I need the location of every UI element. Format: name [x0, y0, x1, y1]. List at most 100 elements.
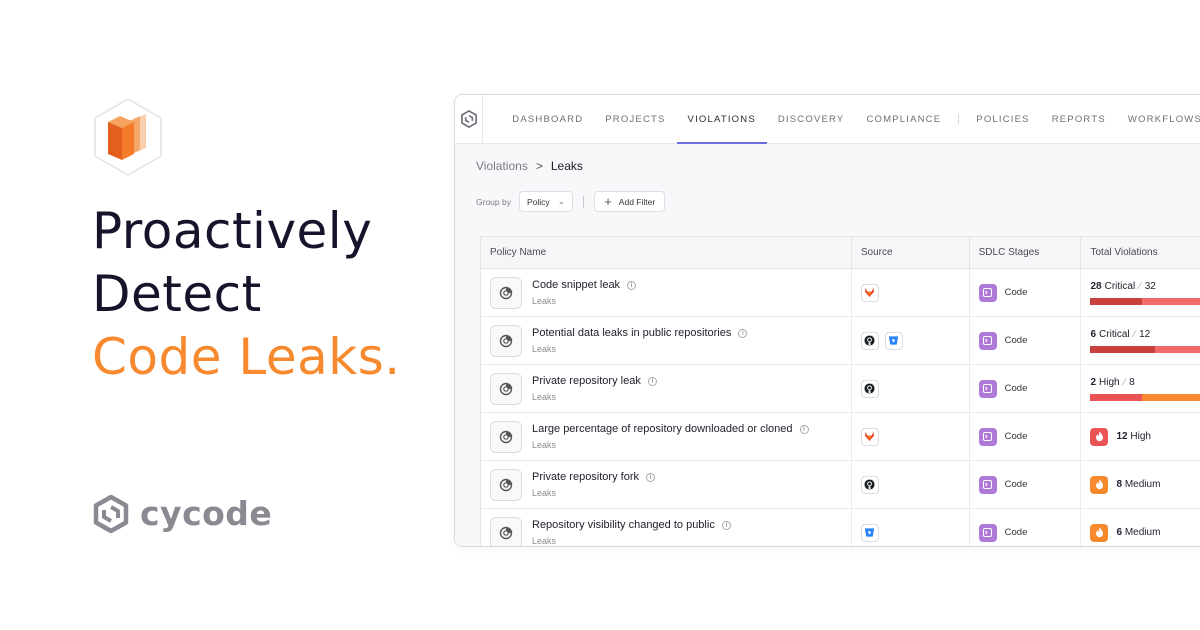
info-icon[interactable]: i: [799, 424, 809, 434]
nav-violations[interactable]: VIOLATIONS: [676, 95, 768, 144]
sdlc-stage-cell: Code: [970, 365, 1082, 412]
policy-icon: [490, 420, 522, 453]
policy-name[interactable]: Large percentage of repository downloade…: [532, 423, 793, 435]
violations-severity: High: [1130, 431, 1151, 442]
total-violations-cell: 12 High: [1081, 413, 1200, 460]
column-header-source[interactable]: Source: [852, 237, 970, 268]
gitlab-icon[interactable]: [860, 283, 879, 302]
policy-name[interactable]: Private repository fork: [532, 471, 639, 483]
violations-total: 8: [1129, 376, 1135, 388]
headline-line-2: Detect: [92, 265, 262, 323]
nav-compliance[interactable]: COMPLIANCE: [855, 95, 952, 143]
violations-bar-segment: [1155, 345, 1200, 353]
total-violations-cell: 8 Medium: [1081, 461, 1200, 508]
policy-name[interactable]: Code snippet leak: [532, 279, 620, 291]
policy-icon: [490, 516, 522, 546]
table-row[interactable]: Large percentage of repository downloade…: [481, 413, 1200, 461]
table-body: Code snippet leak i Leaks Code 28 Critic…: [481, 269, 1200, 546]
nav-policies[interactable]: POLICIES: [965, 95, 1040, 143]
cycode-hexagon-logo-icon: [94, 98, 162, 176]
violations-count: 6: [1116, 527, 1123, 538]
policy-category: Leaks: [532, 392, 557, 402]
violations-count: 28: [1090, 280, 1102, 292]
total-violations-cell: 6 Critical ⁄ 12: [1081, 317, 1200, 364]
bitbucket-icon[interactable]: [860, 523, 879, 542]
violations-count: 6: [1090, 328, 1097, 340]
table-row[interactable]: Private repository leak i Leaks Code 2 H…: [481, 365, 1200, 413]
policy-icon: [490, 468, 522, 501]
gitlab-icon[interactable]: [860, 427, 879, 446]
info-icon[interactable]: i: [627, 280, 637, 290]
policy-name[interactable]: Private repository leak: [532, 375, 641, 387]
add-filter-label: Add Filter: [618, 196, 656, 207]
info-icon[interactable]: i: [738, 328, 748, 338]
nav-logo[interactable]: [455, 95, 484, 143]
total-violations-cell: 2 High ⁄ 8: [1081, 365, 1200, 412]
filter-bar: Group by Policy ⌄ + Add Filter: [476, 191, 666, 212]
violations-summary: 8 Medium: [1116, 479, 1160, 490]
table-row[interactable]: Repository visibility changed to public …: [481, 509, 1200, 546]
info-icon[interactable]: i: [645, 472, 655, 482]
violations-bar: [1090, 393, 1200, 401]
violations-bar-segment: [1142, 297, 1200, 305]
flame-icon: [1090, 475, 1109, 494]
source-cell: [852, 461, 970, 508]
policy-icon: [490, 276, 522, 309]
source-cell: [852, 269, 970, 316]
headline-line-1: Proactively: [92, 202, 373, 260]
nav-dashboard[interactable]: DASHBOARD: [501, 95, 594, 143]
sdlc-stage-cell: Code: [970, 413, 1082, 460]
nav-workflows[interactable]: WORKFLOWS: [1117, 95, 1200, 143]
flame-icon: [1090, 427, 1109, 446]
sdlc-stage-label: Code: [1004, 335, 1028, 346]
source-cell: [852, 365, 970, 412]
info-icon[interactable]: i: [647, 376, 657, 386]
source-cell: [852, 317, 970, 364]
column-header-total-violations[interactable]: Total Violations: [1081, 237, 1200, 268]
column-header-policy-name[interactable]: Policy Name: [481, 237, 852, 268]
violations-bar: [1090, 297, 1200, 305]
violations-summary: 6 Medium: [1116, 527, 1160, 538]
table-row[interactable]: Code snippet leak i Leaks Code 28 Critic…: [481, 269, 1200, 317]
source-cell: [852, 509, 970, 546]
nav-discovery[interactable]: DISCOVERY: [767, 95, 856, 143]
table-header: Policy Name Source SDLC Stages Total Vio…: [481, 237, 1200, 269]
policy-cell: Code snippet leak i Leaks: [481, 269, 852, 316]
policy-name[interactable]: Repository visibility changed to public: [532, 519, 715, 531]
violations-summary: 2 High ⁄ 8: [1090, 377, 1200, 401]
bitbucket-icon[interactable]: [884, 331, 903, 350]
table-row[interactable]: Potential data leaks in public repositor…: [481, 317, 1200, 365]
policy-name[interactable]: Potential data leaks in public repositor…: [532, 327, 731, 339]
group-by-select[interactable]: Policy ⌄: [518, 191, 574, 212]
info-icon[interactable]: i: [721, 520, 731, 530]
column-header-sdlc-stages[interactable]: SDLC Stages: [970, 237, 1082, 268]
violations-severity: Medium: [1124, 527, 1161, 538]
app-window: DASHBOARD PROJECTS VIOLATIONS DISCOVERY …: [454, 94, 1200, 547]
add-filter-button[interactable]: + Add Filter: [594, 191, 666, 212]
table-row[interactable]: Private repository fork i Leaks Code 8 M…: [481, 461, 1200, 509]
slash-divider: ⁄: [1123, 377, 1126, 387]
violations-bar-segment: [1090, 393, 1143, 401]
sdlc-stage-cell: Code: [970, 317, 1082, 364]
violations-bar: [1090, 345, 1200, 353]
violations-total: 32: [1144, 280, 1156, 292]
code-stage-icon: [978, 427, 997, 446]
nav-items: DASHBOARD PROJECTS VIOLATIONS DISCOVERY …: [483, 95, 1200, 144]
nav-projects[interactable]: PROJECTS: [594, 95, 676, 143]
nav-reports[interactable]: REPORTS: [1041, 95, 1117, 143]
policy-cell: Private repository fork i Leaks: [481, 461, 852, 508]
filter-divider: [583, 195, 585, 208]
policy-category: Leaks: [532, 296, 557, 306]
breadcrumb-separator-icon: >: [535, 159, 543, 173]
code-stage-icon: [978, 523, 997, 542]
plus-icon: +: [604, 194, 612, 209]
sdlc-stage-label: Code: [1004, 479, 1028, 490]
slash-divider: ⁄: [1139, 281, 1141, 291]
flame-icon: [1090, 523, 1109, 542]
cycode-mark-icon: [93, 494, 129, 533]
github-icon[interactable]: [860, 331, 879, 350]
sdlc-stage-cell: Code: [970, 461, 1082, 508]
breadcrumb-parent[interactable]: Violations: [476, 159, 528, 173]
github-icon[interactable]: [860, 475, 879, 494]
github-icon[interactable]: [860, 379, 879, 398]
